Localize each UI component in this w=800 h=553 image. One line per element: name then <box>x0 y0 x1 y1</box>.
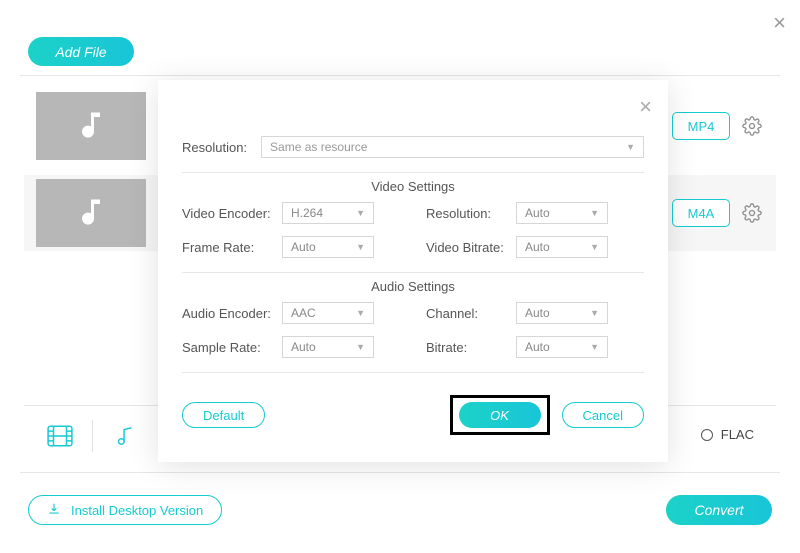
close-icon[interactable]: × <box>639 94 652 120</box>
settings-dialog: × Resolution: Same as resource ▼ Video S… <box>158 80 668 462</box>
select-value: Auto <box>525 306 550 320</box>
divider <box>20 472 780 473</box>
chevron-down-icon: ▼ <box>590 342 599 352</box>
file-thumbnail <box>36 92 146 160</box>
video-resolution-select[interactable]: Auto ▼ <box>516 202 608 224</box>
app-close-icon[interactable]: × <box>773 10 786 36</box>
resolution-select[interactable]: Same as resource ▼ <box>261 136 644 158</box>
divider <box>20 75 780 76</box>
audio-settings-title: Audio Settings <box>182 279 644 294</box>
chevron-down-icon: ▼ <box>590 208 599 218</box>
file-thumbnail <box>36 179 146 247</box>
chevron-down-icon: ▼ <box>590 242 599 252</box>
select-value: Auto <box>525 340 550 354</box>
chevron-down-icon: ▼ <box>356 242 365 252</box>
select-value: H.264 <box>291 206 323 220</box>
convert-button[interactable]: Convert <box>666 495 772 525</box>
tab-audio[interactable] <box>95 416 155 456</box>
audio-bitrate-label: Bitrate: <box>426 340 516 355</box>
video-encoder-label: Video Encoder: <box>182 206 282 221</box>
divider <box>182 272 644 273</box>
music-note-icon <box>73 108 109 144</box>
tab-video[interactable] <box>30 416 90 456</box>
format-select-m4a[interactable]: M4A <box>672 199 730 227</box>
channel-label: Channel: <box>426 306 516 321</box>
ok-button[interactable]: OK <box>459 402 541 428</box>
chevron-down-icon: ▼ <box>590 308 599 318</box>
audio-encoder-select[interactable]: AAC ▼ <box>282 302 374 324</box>
film-icon <box>47 425 73 447</box>
frame-rate-label: Frame Rate: <box>182 240 282 255</box>
select-value: Auto <box>525 240 550 254</box>
audio-bitrate-select[interactable]: Auto ▼ <box>516 336 608 358</box>
chevron-down-icon: ▼ <box>356 342 365 352</box>
format-select-mp4[interactable]: MP4 <box>672 112 730 140</box>
video-settings-title: Video Settings <box>182 179 644 194</box>
sample-rate-label: Sample Rate: <box>182 340 282 355</box>
install-desktop-label: Install Desktop Version <box>71 503 203 518</box>
divider <box>92 420 93 452</box>
select-value: Auto <box>291 340 316 354</box>
divider <box>182 372 644 373</box>
radio-icon <box>701 429 713 441</box>
select-value: AAC <box>291 306 316 320</box>
gear-icon[interactable] <box>742 203 762 223</box>
chevron-down-icon: ▼ <box>356 308 365 318</box>
format-option-label: FLAC <box>721 427 754 442</box>
video-bitrate-select[interactable]: Auto ▼ <box>516 236 608 258</box>
channel-select[interactable]: Auto ▼ <box>516 302 608 324</box>
video-resolution-label: Resolution: <box>426 206 516 221</box>
default-button[interactable]: Default <box>182 402 265 428</box>
music-note-icon <box>73 195 109 231</box>
resolution-select-value: Same as resource <box>270 140 367 154</box>
format-option-flac[interactable]: FLAC <box>701 427 754 442</box>
download-icon <box>47 502 61 519</box>
video-bitrate-label: Video Bitrate: <box>426 240 516 255</box>
gear-icon[interactable] <box>742 116 762 136</box>
video-encoder-select[interactable]: H.264 ▼ <box>282 202 374 224</box>
output-type-tabs <box>30 416 155 456</box>
select-value: Auto <box>291 240 316 254</box>
select-value: Auto <box>525 206 550 220</box>
install-desktop-button[interactable]: Install Desktop Version <box>28 495 222 525</box>
audio-encoder-label: Audio Encoder: <box>182 306 282 321</box>
add-file-button[interactable]: Add File <box>28 37 134 66</box>
chevron-down-icon: ▼ <box>356 208 365 218</box>
cancel-button[interactable]: Cancel <box>562 402 644 428</box>
divider <box>182 172 644 173</box>
sample-rate-select[interactable]: Auto ▼ <box>282 336 374 358</box>
frame-rate-select[interactable]: Auto ▼ <box>282 236 374 258</box>
ok-button-highlight: OK <box>450 395 550 435</box>
resolution-label: Resolution: <box>182 140 247 155</box>
chevron-down-icon: ▼ <box>626 142 635 152</box>
music-note-icon <box>114 425 136 447</box>
